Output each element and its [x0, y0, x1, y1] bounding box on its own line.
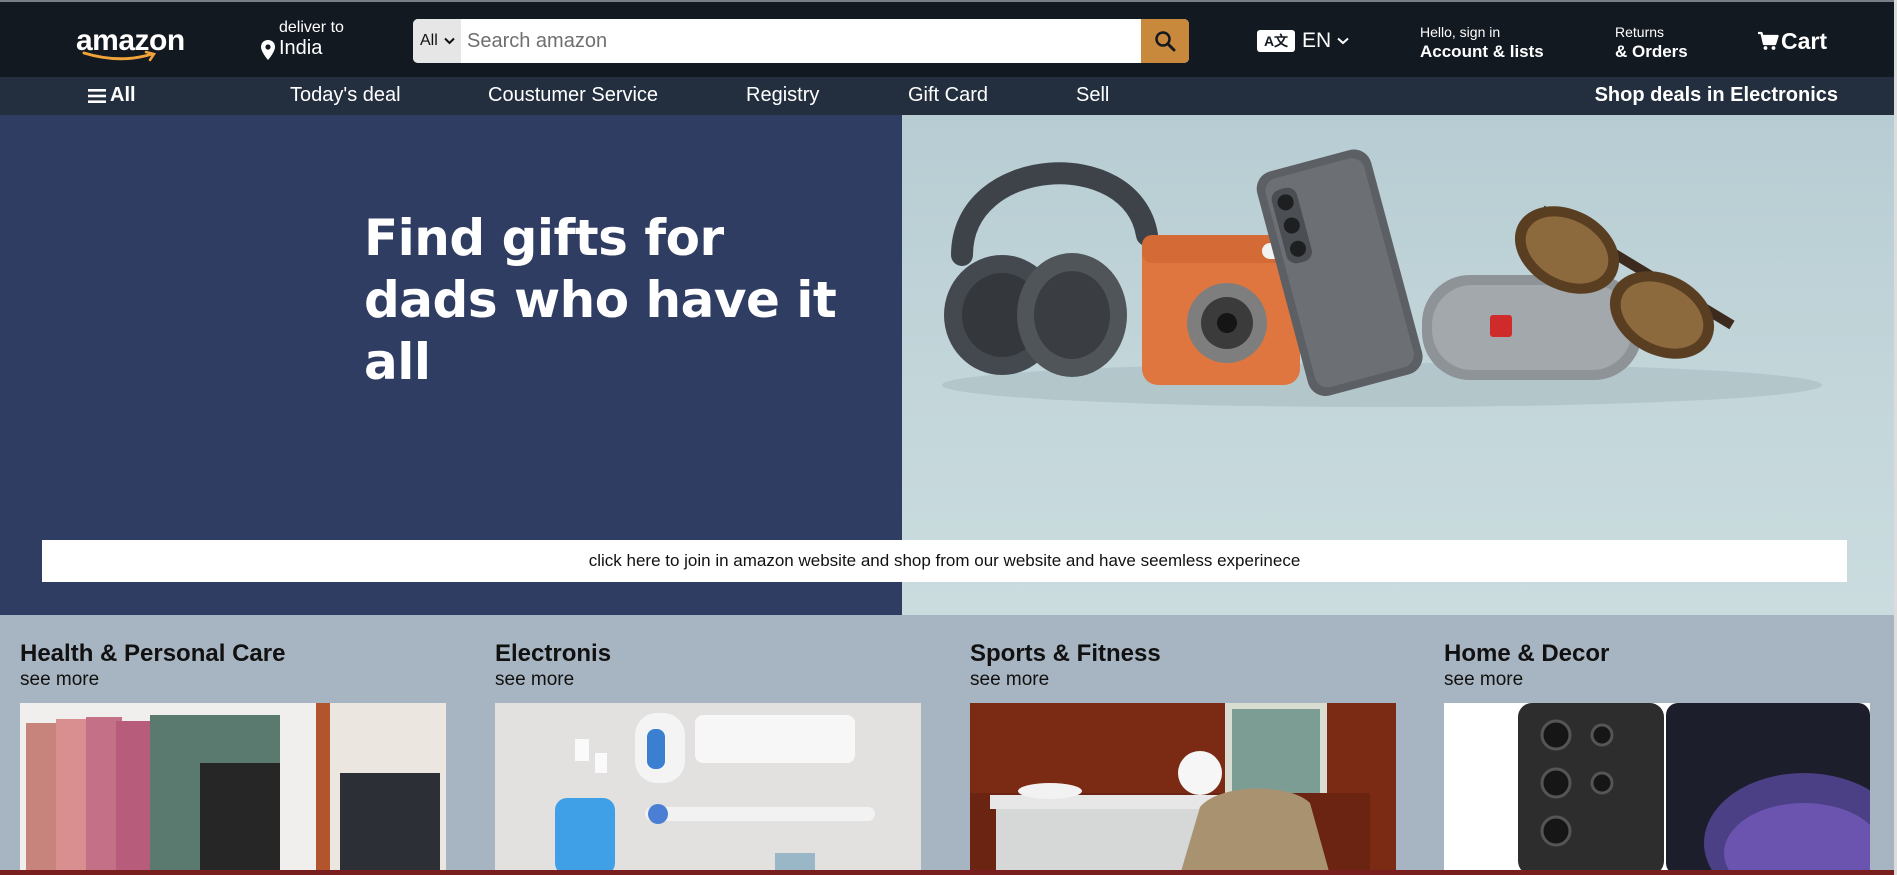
cart-button[interactable]: Cart	[1757, 26, 1827, 56]
speaker-icon	[1422, 275, 1642, 380]
account-lists-label: Account & lists	[1420, 42, 1544, 61]
category-card-electronics[interactable]: Electronis see more	[495, 615, 921, 875]
deliver-to-label: deliver to	[279, 19, 344, 36]
language-code: EN	[1302, 29, 1332, 52]
category-image-graphic	[1444, 703, 1870, 875]
search-button[interactable]	[1141, 19, 1189, 63]
search-bar: All	[413, 19, 1189, 63]
category-card-home[interactable]: Home & Decor see more	[1444, 615, 1870, 875]
returns-and-orders[interactable]: Returns & Orders	[1615, 24, 1715, 62]
top-navigation-bar: amazon deliver to India All Search amazo…	[0, 0, 1897, 77]
sub-navigation-bar: All Today's deal Coustumer Service Regis…	[0, 77, 1897, 115]
category-title: Sports & Fitness	[970, 640, 1161, 667]
bottom-accent-bar	[0, 870, 1897, 875]
hero-title: Find gifts for dads who have it all	[364, 207, 884, 393]
orders-label: & Orders	[1615, 42, 1688, 61]
category-image-graphic	[20, 703, 446, 875]
nav-electronics-deals[interactable]: Shop deals in Electronics	[1595, 84, 1838, 107]
category-card-health[interactable]: Health & Personal Care see more	[20, 615, 446, 875]
category-image-sports[interactable]	[970, 703, 1396, 875]
hero-carousel[interactable]: Find gifts for dads who have it all clic…	[0, 115, 1897, 615]
account-and-lists[interactable]: Hello, sign in Account & lists	[1420, 24, 1570, 62]
search-category-select[interactable]: All	[413, 19, 461, 63]
location-pin-icon	[261, 40, 275, 60]
category-image-graphic	[495, 703, 921, 875]
search-icon	[1155, 31, 1176, 52]
join-banner[interactable]: click here to join in amazon website and…	[42, 540, 1847, 582]
nav-registry[interactable]: Registry	[746, 84, 819, 107]
nav-sell[interactable]: Sell	[1076, 84, 1109, 107]
category-cards-row: Health & Personal Care see more Electron…	[0, 615, 1897, 875]
see-more-link[interactable]: see more	[1444, 669, 1523, 691]
sign-in-greeting: Hello, sign in	[1420, 24, 1501, 40]
category-image-health[interactable]	[20, 703, 446, 875]
language-icon: A文	[1257, 30, 1295, 52]
search-category-value: All	[420, 32, 438, 49]
hamburger-menu-icon	[88, 88, 106, 103]
deliver-to-location[interactable]: deliver to India	[259, 19, 369, 63]
logo-smile-icon	[82, 50, 157, 62]
category-image-home[interactable]	[1444, 703, 1870, 875]
category-title: Electronis	[495, 640, 612, 667]
category-card-sports[interactable]: Sports & Fitness see more	[970, 615, 1396, 875]
category-image-graphic	[970, 703, 1396, 875]
returns-label: Returns	[1615, 24, 1665, 40]
amazon-home-page: amazon deliver to India All Search amazo…	[0, 0, 1897, 875]
cart-icon	[1758, 31, 1779, 50]
language-selector[interactable]: A文 EN	[1257, 26, 1349, 56]
hero-title-line-1: Find gifts for	[364, 209, 724, 267]
nav-customer-service[interactable]: Coustumer Service	[488, 84, 658, 107]
all-menu-label: All	[110, 84, 136, 106]
nav-todays-deal[interactable]: Today's deal	[290, 84, 401, 107]
amazon-logo[interactable]: amazon	[76, 22, 185, 62]
category-title: Home & Decor	[1444, 640, 1610, 667]
see-more-link[interactable]: see more	[20, 669, 99, 691]
see-more-link[interactable]: see more	[970, 669, 1049, 691]
category-title: Health & Personal Care	[20, 640, 286, 667]
category-image-electronics[interactable]	[495, 703, 921, 875]
chevron-down-icon	[444, 37, 455, 45]
headphones-icon	[944, 162, 1158, 377]
deliver-location: India	[279, 37, 323, 59]
chevron-down-icon	[1337, 37, 1349, 45]
cart-label: Cart	[1781, 27, 1828, 54]
hero-title-line-2: dads who have it all	[364, 271, 837, 391]
nav-gift-card[interactable]: Gift Card	[908, 84, 988, 107]
see-more-link[interactable]: see more	[495, 669, 574, 691]
search-input[interactable]	[461, 19, 1139, 63]
all-menu-button[interactable]: All	[88, 84, 136, 107]
